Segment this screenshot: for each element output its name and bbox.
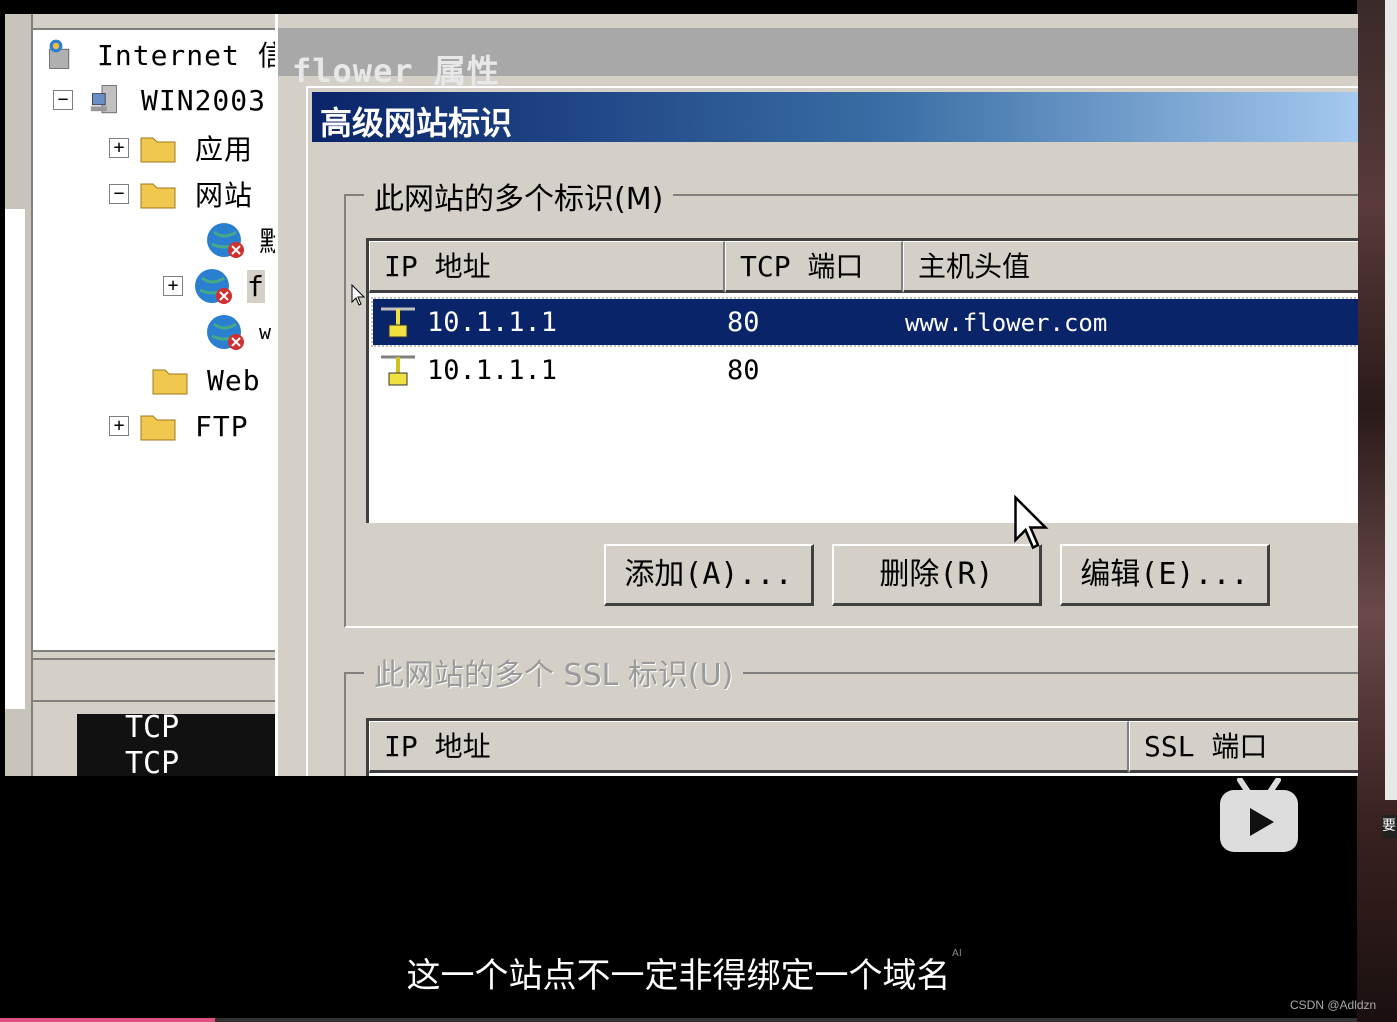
tree-item-flower[interactable]: + f bbox=[163, 266, 265, 306]
tree-item-label: w bbox=[259, 320, 273, 344]
console-text: TCP bbox=[125, 746, 180, 776]
folder-icon bbox=[152, 369, 188, 395]
identities-group-label: 此网站的多个标识(M) bbox=[364, 174, 674, 218]
video-subtitle: 这一个站点不一定非得绑定一个域名 bbox=[406, 956, 951, 996]
website-stopped-icon bbox=[207, 223, 244, 258]
network-icon bbox=[381, 307, 415, 338]
website-stopped-icon bbox=[207, 315, 244, 350]
port-cell: 80 bbox=[727, 307, 760, 338]
mouse-pointer-icon bbox=[1014, 494, 1049, 550]
tree-item-label: f bbox=[247, 269, 265, 303]
identities-list[interactable]: IP 地址 TCP 端口 主机头值 10.1.1.1 80 www.flower… bbox=[366, 238, 1358, 523]
tree-item-web[interactable]: Web bbox=[151, 360, 261, 400]
side-text: 要 bbox=[1382, 815, 1397, 839]
column-header-ip[interactable]: IP 地址 bbox=[369, 721, 1129, 773]
tree-root[interactable]: Internet 信 bbox=[41, 34, 287, 74]
screen-capture: Internet 信 − WIN2003 + 应用 − 网站 默 + f w W… bbox=[5, 14, 1358, 776]
tree-item-apps[interactable]: + 应用 bbox=[109, 128, 253, 168]
mouse-cursor-icon bbox=[351, 284, 366, 306]
expand-icon[interactable]: + bbox=[109, 416, 129, 436]
website-stopped-icon bbox=[195, 269, 232, 304]
iis-icon bbox=[49, 39, 70, 69]
add-button[interactable]: 添加(A)... bbox=[604, 544, 814, 606]
column-header-host[interactable]: 主机头值 bbox=[903, 241, 1358, 293]
column-header-ip[interactable]: IP 地址 bbox=[369, 241, 725, 293]
column-header-port[interactable]: TCP 端口 bbox=[725, 241, 903, 293]
table-row[interactable]: 10.1.1.1 80 bbox=[373, 347, 1358, 393]
ip-cell: 10.1.1.1 bbox=[427, 307, 558, 338]
ssl-identities-list[interactable]: IP 地址 SSL 端口 bbox=[366, 718, 1358, 776]
dialog-title: 高级网站标识 bbox=[320, 104, 513, 142]
console-text: TCP bbox=[125, 710, 180, 745]
expand-icon[interactable]: + bbox=[109, 138, 129, 158]
collapse-icon[interactable]: − bbox=[53, 90, 73, 110]
left-window-body bbox=[5, 209, 25, 709]
tree-item-label: FTP bbox=[195, 409, 249, 443]
watermark: CSDN @Adldzn bbox=[1290, 998, 1377, 1012]
play-icon[interactable] bbox=[1218, 778, 1300, 854]
tree-item-label: Web bbox=[207, 363, 261, 397]
tree-item-ftp[interactable]: + FTP bbox=[109, 406, 249, 446]
properties-titlebar[interactable]: flower 属性 bbox=[278, 28, 1358, 90]
iis-tree-panel: Internet 信 − WIN2003 + 应用 − 网站 默 + f w W… bbox=[31, 28, 287, 652]
tree-item-label: 网站 bbox=[195, 179, 254, 212]
network-icon bbox=[381, 355, 415, 386]
expand-icon[interactable]: + bbox=[163, 276, 183, 296]
folder-open-icon bbox=[140, 183, 176, 209]
properties-window: flower 属性 高级网站标识 此网站的多个标识(M) IP 地址 TCP 端… bbox=[275, 14, 1358, 776]
advanced-identification-dialog: 高级网站标识 此网站的多个标识(M) IP 地址 TCP 端口 主机头值 10.… bbox=[306, 86, 1358, 776]
tree-server-label: WIN2003 bbox=[141, 83, 267, 117]
port-cell: 80 bbox=[727, 355, 760, 386]
server-icon bbox=[90, 85, 117, 114]
host-cell: www.flower.com bbox=[905, 309, 1108, 337]
tree-item-websites[interactable]: − 网站 bbox=[109, 174, 253, 214]
progress-fill bbox=[0, 1018, 215, 1022]
folder-icon bbox=[140, 415, 176, 441]
remove-button[interactable]: 删除(R) bbox=[832, 544, 1042, 606]
collapse-icon[interactable]: − bbox=[109, 184, 129, 204]
tree-item-label: 应用 bbox=[195, 133, 254, 166]
ip-cell: 10.1.1.1 bbox=[427, 355, 558, 386]
table-row[interactable]: 10.1.1.1 80 www.flower.com bbox=[371, 297, 1358, 347]
edit-button[interactable]: 编辑(E)... bbox=[1060, 544, 1270, 606]
ssl-identities-group-label: 此网站的多个 SSL 标识(U) bbox=[364, 650, 744, 694]
side-panel bbox=[1385, 0, 1397, 800]
ai-mark: AI bbox=[952, 948, 962, 959]
tree-server[interactable]: − WIN2003 bbox=[53, 80, 266, 120]
column-header-ssl-port[interactable]: SSL 端口 bbox=[1129, 721, 1358, 773]
dialog-titlebar[interactable]: 高级网站标识 bbox=[312, 92, 1358, 142]
folder-icon bbox=[140, 137, 176, 163]
status-bar bbox=[31, 658, 277, 702]
tree-item-w[interactable]: w bbox=[205, 312, 272, 352]
tree-root-label: Internet 信 bbox=[97, 39, 287, 72]
